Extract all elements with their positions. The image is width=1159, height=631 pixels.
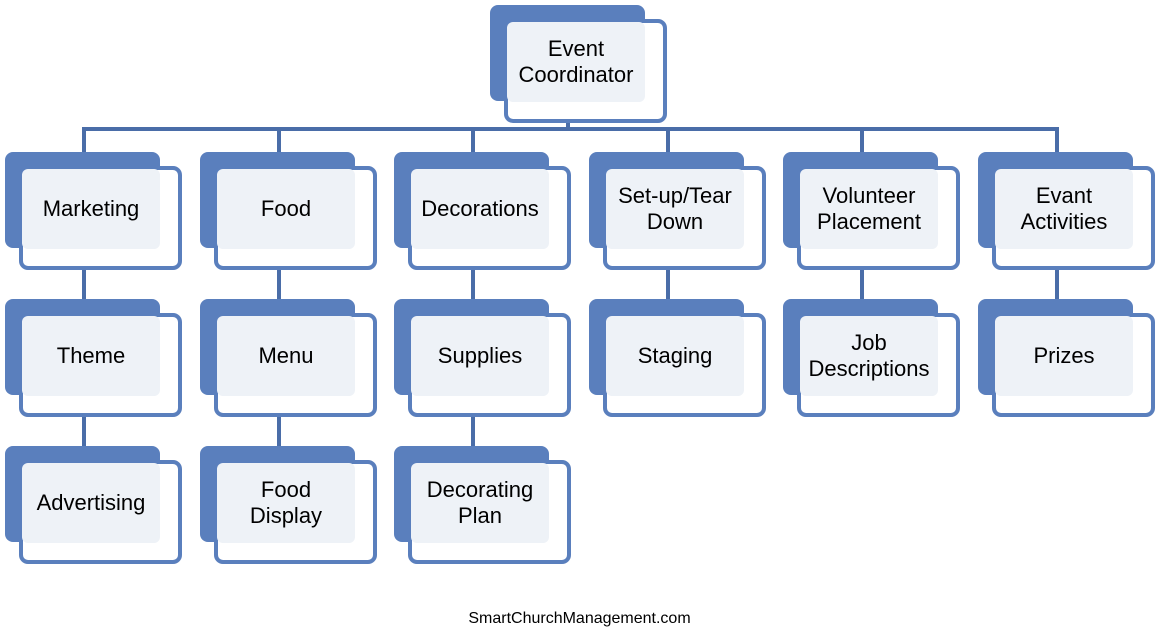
node-prizes: Prizes [978, 299, 1155, 417]
node-label: Volunteer Placement [800, 169, 938, 249]
node-food: Food [200, 152, 377, 270]
node-food-display: Food Display [200, 446, 377, 564]
connector-vertical [277, 413, 281, 448]
connector-vertical [82, 266, 86, 301]
connector-vertical [82, 413, 86, 448]
node-label: Supplies [411, 316, 549, 396]
node-label: Prizes [995, 316, 1133, 396]
node-label: Theme [22, 316, 160, 396]
connector-vertical [471, 413, 475, 448]
connector-vertical [860, 266, 864, 301]
node-job-descriptions: Job Descriptions [783, 299, 960, 417]
node-supplies: Supplies [394, 299, 571, 417]
connector-bus [82, 127, 1059, 131]
node-volunteer-placement: Volunteer Placement [783, 152, 960, 270]
node-label: Menu [217, 316, 355, 396]
node-label: Event Coordinator [507, 22, 645, 102]
node-decorating-plan: Decorating Plan [394, 446, 571, 564]
footer-credit: SmartChurchManagement.com [468, 610, 691, 627]
node-event-coordinator: Event Coordinator [490, 5, 667, 123]
node-label: Job Descriptions [800, 316, 938, 396]
connector-vertical [471, 266, 475, 301]
node-staging: Staging [589, 299, 766, 417]
node-label: Decorating Plan [411, 463, 549, 543]
node-marketing: Marketing [5, 152, 182, 270]
node-label: Decorations [411, 169, 549, 249]
node-label: Food Display [217, 463, 355, 543]
node-label: Advertising [22, 463, 160, 543]
connector-vertical [666, 266, 670, 301]
node-label: Evant Activities [995, 169, 1133, 249]
node-theme: Theme [5, 299, 182, 417]
connector-vertical [277, 266, 281, 301]
node-set-up-tear-down: Set-up/Tear Down [589, 152, 766, 270]
node-label: Marketing [22, 169, 160, 249]
connector-vertical [1055, 266, 1059, 301]
node-label: Set-up/Tear Down [606, 169, 744, 249]
node-menu: Menu [200, 299, 377, 417]
node-decorations: Decorations [394, 152, 571, 270]
node-advertising: Advertising [5, 446, 182, 564]
node-evant-activities: Evant Activities [978, 152, 1155, 270]
node-label: Staging [606, 316, 744, 396]
node-label: Food [217, 169, 355, 249]
